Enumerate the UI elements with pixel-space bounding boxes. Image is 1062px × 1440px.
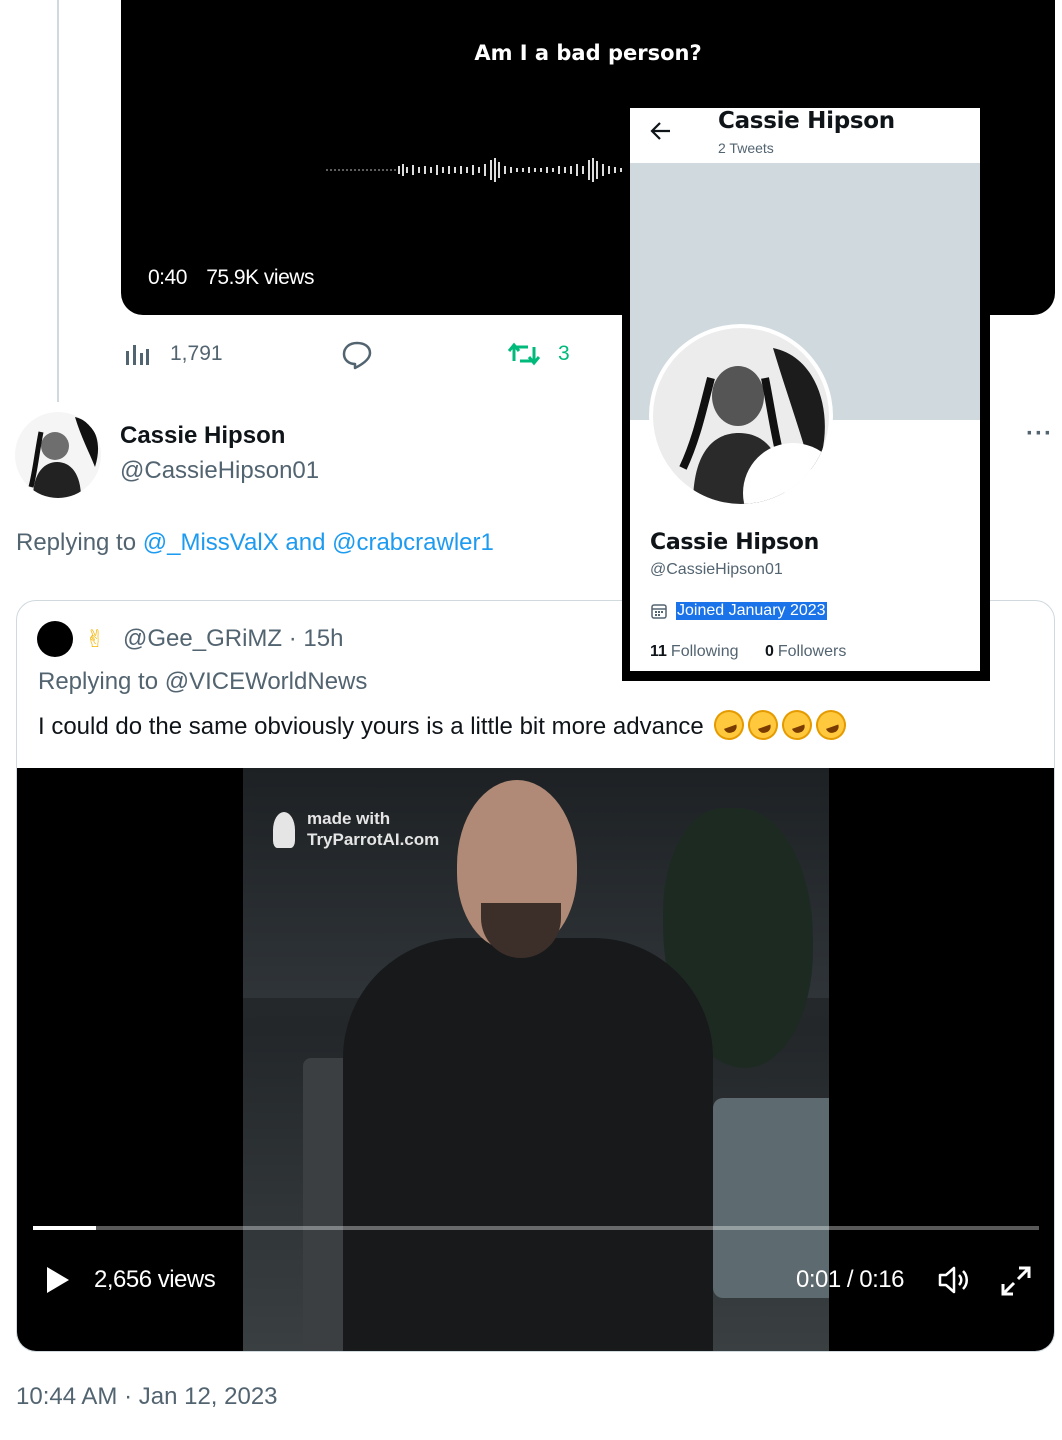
author-avatar[interactable] — [15, 412, 101, 498]
parrot-logo-icon — [273, 812, 295, 848]
retweets-count: 3 — [558, 342, 570, 365]
joined-date-text: Joined January 2023 — [676, 602, 827, 620]
profile-handle: @CassieHipson01 — [650, 561, 783, 578]
profile-tweet-count: 2 Tweets — [718, 140, 774, 156]
profile-avatar[interactable] — [649, 324, 833, 508]
followers-link[interactable]: 0 Followers — [765, 643, 846, 660]
quoted-replying-to: Replying to @VICEWorldNews — [38, 668, 368, 695]
laughing-emoji-icon — [744, 705, 783, 745]
replying-to: Replying to @_MissValX and @crabcrawler1 — [16, 529, 494, 557]
quoted-tweet[interactable]: ✌ @Gee_GRiMZ · 15h Replying to @VICEWorl… — [16, 600, 1055, 1352]
more-options-icon[interactable]: ··· — [1026, 420, 1053, 448]
quoted-video-player[interactable]: made with TryParrotAI.com 2,656 views 0:… — [17, 768, 1054, 1351]
reply-mention-link[interactable]: @crabcrawler1 — [332, 529, 494, 556]
audio-waveform — [326, 158, 622, 182]
profile-follow-stats: 11 Following 0 Followers — [650, 643, 846, 661]
retweet-action[interactable]: 3 — [508, 341, 570, 367]
video-meta: 0:40 75.9K views — [148, 266, 328, 290]
play-icon[interactable] — [45, 1265, 71, 1295]
author-handle[interactable]: @CassieHipson01 — [120, 457, 319, 485]
followers-count: 0 — [764, 643, 774, 660]
author-name[interactable]: Cassie Hipson — [120, 422, 285, 450]
following-label: Following — [670, 643, 739, 660]
video-progress-fill — [33, 1226, 96, 1230]
profile-avatar-photo — [653, 328, 829, 504]
frame-person-body — [343, 938, 713, 1351]
volume-icon[interactable] — [937, 1264, 973, 1296]
views-action[interactable]: 1,791 — [124, 341, 223, 367]
laughing-emoji-icon — [710, 705, 749, 745]
video-duration: 0:40 — [148, 266, 187, 289]
followers-label: Followers — [777, 643, 847, 660]
analytics-icon — [126, 345, 149, 365]
victory-hand-icon: ✌ — [85, 626, 106, 653]
laughing-emoji-icon — [812, 705, 851, 745]
video-views: 75.9K views — [206, 266, 314, 289]
video-time: 0:01 / 0:16 — [796, 1266, 904, 1293]
quoted-header[interactable]: @Gee_GRiMZ · 15h — [123, 625, 343, 653]
calendar-icon — [651, 604, 667, 619]
watermark-line-1: made with — [307, 809, 391, 828]
watermark-line-2: TryParrotAI.com — [307, 830, 440, 849]
following-link[interactable]: 11 Following — [650, 643, 739, 660]
reply-icon — [342, 341, 372, 370]
video-watermark: made with TryParrotAI.com — [307, 808, 439, 850]
profile-header-title: Cassie Hipson — [718, 108, 895, 134]
quoted-text-body: I could do the same obviously yours is a… — [38, 713, 704, 740]
profile-name: Cassie Hipson — [650, 530, 819, 555]
video-progress-track[interactable] — [33, 1226, 1039, 1230]
quoted-avatar[interactable] — [37, 621, 73, 657]
quoted-video-views: 2,656 views — [94, 1266, 216, 1293]
laughing-emoji-icon — [778, 705, 817, 745]
tweet-timestamp[interactable]: 10:44 AM · Jan 12, 2023 — [16, 1383, 278, 1411]
back-arrow-icon[interactable] — [648, 118, 674, 144]
reply-action[interactable] — [341, 340, 373, 370]
avatar-photo — [15, 412, 101, 498]
profile-joined: Joined January 2023 — [650, 602, 827, 620]
views-count: 1,791 — [170, 342, 223, 365]
quoted-text: I could do the same obviously yours is a… — [38, 705, 851, 745]
profile-card-overlay: Cassie Hipson 2 Tweets Cassie Hipson @Ca… — [622, 108, 990, 681]
reply-mention-link[interactable]: @_MissValX — [143, 529, 279, 556]
following-count: 11 — [650, 643, 667, 660]
replying-prefix: Replying to — [16, 529, 137, 556]
profile-card: Cassie Hipson 2 Tweets Cassie Hipson @Ca… — [630, 108, 980, 671]
fullscreen-icon[interactable] — [1000, 1265, 1032, 1297]
video-caption: Am I a bad person? — [474, 41, 702, 65]
retweet-icon — [508, 342, 540, 366]
thread-connector-line — [57, 0, 59, 402]
reply-and-link[interactable]: and — [285, 529, 325, 556]
video-frame: made with TryParrotAI.com — [243, 768, 829, 1351]
